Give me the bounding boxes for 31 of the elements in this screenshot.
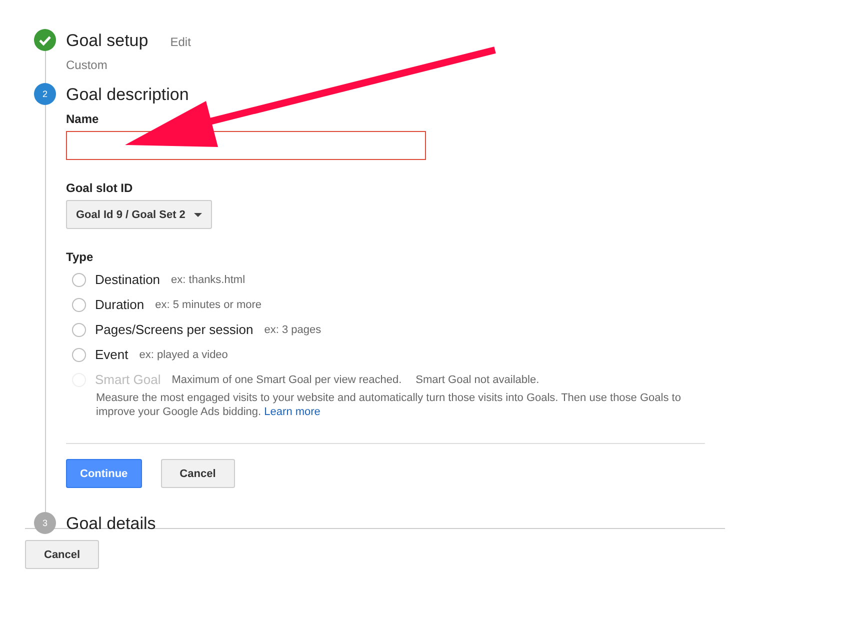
option-label: Event <box>95 347 128 362</box>
step-title: Goal description <box>66 84 189 106</box>
option-hint: ex: 5 minutes or more <box>155 298 262 310</box>
step-number: 2 <box>34 83 56 105</box>
radio-button[interactable] <box>72 298 86 312</box>
radio-button[interactable] <box>72 348 86 362</box>
option-hint: ex: played a video <box>139 348 228 360</box>
step-title: Goal details <box>66 513 156 535</box>
cancel-button[interactable]: Cancel <box>25 540 100 569</box>
caret-icon <box>194 212 202 216</box>
goal-slot-dropdown[interactable]: Goal Id 9 / Goal Set 2 <box>66 200 212 229</box>
option-label: Duration <box>95 297 144 312</box>
field-label: Goal slot ID <box>66 181 134 195</box>
step-title: Goal setup <box>66 30 148 52</box>
option-description: Measure the most engaged visits to your website and automatically turn those visits into Goals. Then use those Goals to improve your Google Ads bidding. Learn more <box>96 391 682 419</box>
step-summary: Custom <box>66 58 108 72</box>
option-label: Destination <box>95 272 160 287</box>
option-label: Pages/Screens per session <box>95 322 254 337</box>
field-label: Type <box>66 250 94 264</box>
option-hint: ex: 3 pages <box>264 324 322 336</box>
option-note: Smart Goal not available. <box>416 374 540 386</box>
check-circle-icon <box>34 29 56 51</box>
radio-button[interactable] <box>72 322 86 336</box>
option-hint: ex: thanks.html <box>171 274 246 286</box>
option-label: Smart Goal <box>95 372 161 387</box>
step-number: 3 <box>34 512 56 534</box>
edit-link[interactable]: Edit <box>170 35 191 49</box>
radio-button[interactable] <box>72 272 86 286</box>
option-note: Maximum of one Smart Goal per view reached. <box>172 374 402 386</box>
cancel-button[interactable]: Cancel <box>160 459 235 488</box>
field-label: Name <box>66 112 100 126</box>
